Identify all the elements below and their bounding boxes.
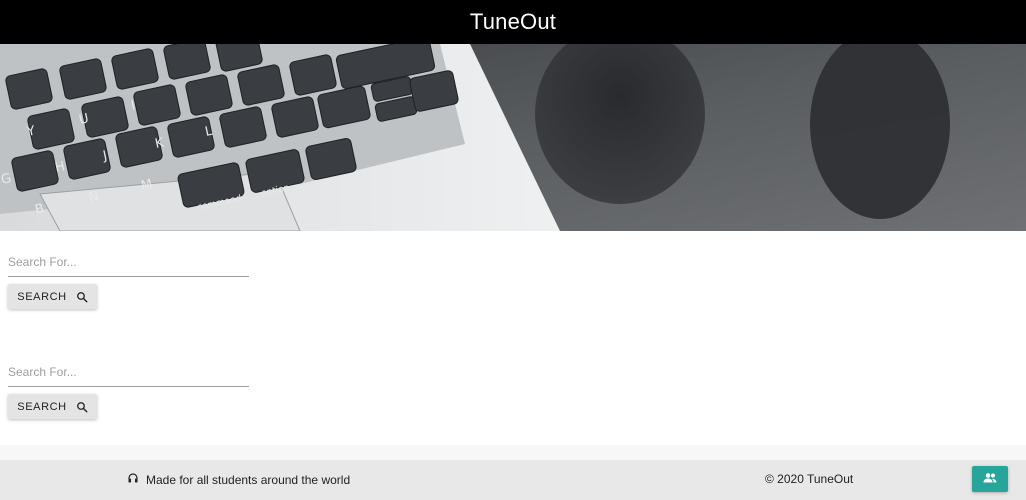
- site-title: TuneOut: [469, 9, 557, 34]
- search-form-1: SEARCH: [8, 248, 250, 309]
- search-button-label: SEARCH: [17, 290, 67, 303]
- site-footer: Made for all students around the world ©…: [0, 460, 1026, 500]
- search-input[interactable]: [8, 358, 249, 387]
- footer-copyright: © 2020 TuneOut: [765, 472, 854, 486]
- site-header: TuneOut: [0, 0, 1026, 44]
- search-button[interactable]: SEARCH: [8, 394, 97, 419]
- laptop-keyboard-photo: Y U I H J K L G B N M command option: [0, 44, 1026, 231]
- search-icon: [76, 291, 88, 303]
- search-button-label: SEARCH: [17, 400, 67, 413]
- footer-spacer: [0, 445, 1026, 460]
- footer-tagline: Made for all students around the world: [146, 472, 351, 487]
- search-input[interactable]: [8, 248, 249, 277]
- search-button[interactable]: SEARCH: [8, 284, 97, 309]
- search-icon: [76, 401, 88, 413]
- search-form-2: SEARCH: [8, 358, 250, 419]
- headphones-icon: [127, 472, 139, 487]
- footer-tagline-group: Made for all students around the world: [127, 472, 350, 487]
- people-icon: [983, 472, 997, 487]
- hero-banner-image: Y U I H J K L G B N M command option: [0, 44, 1026, 231]
- people-button[interactable]: [972, 466, 1008, 492]
